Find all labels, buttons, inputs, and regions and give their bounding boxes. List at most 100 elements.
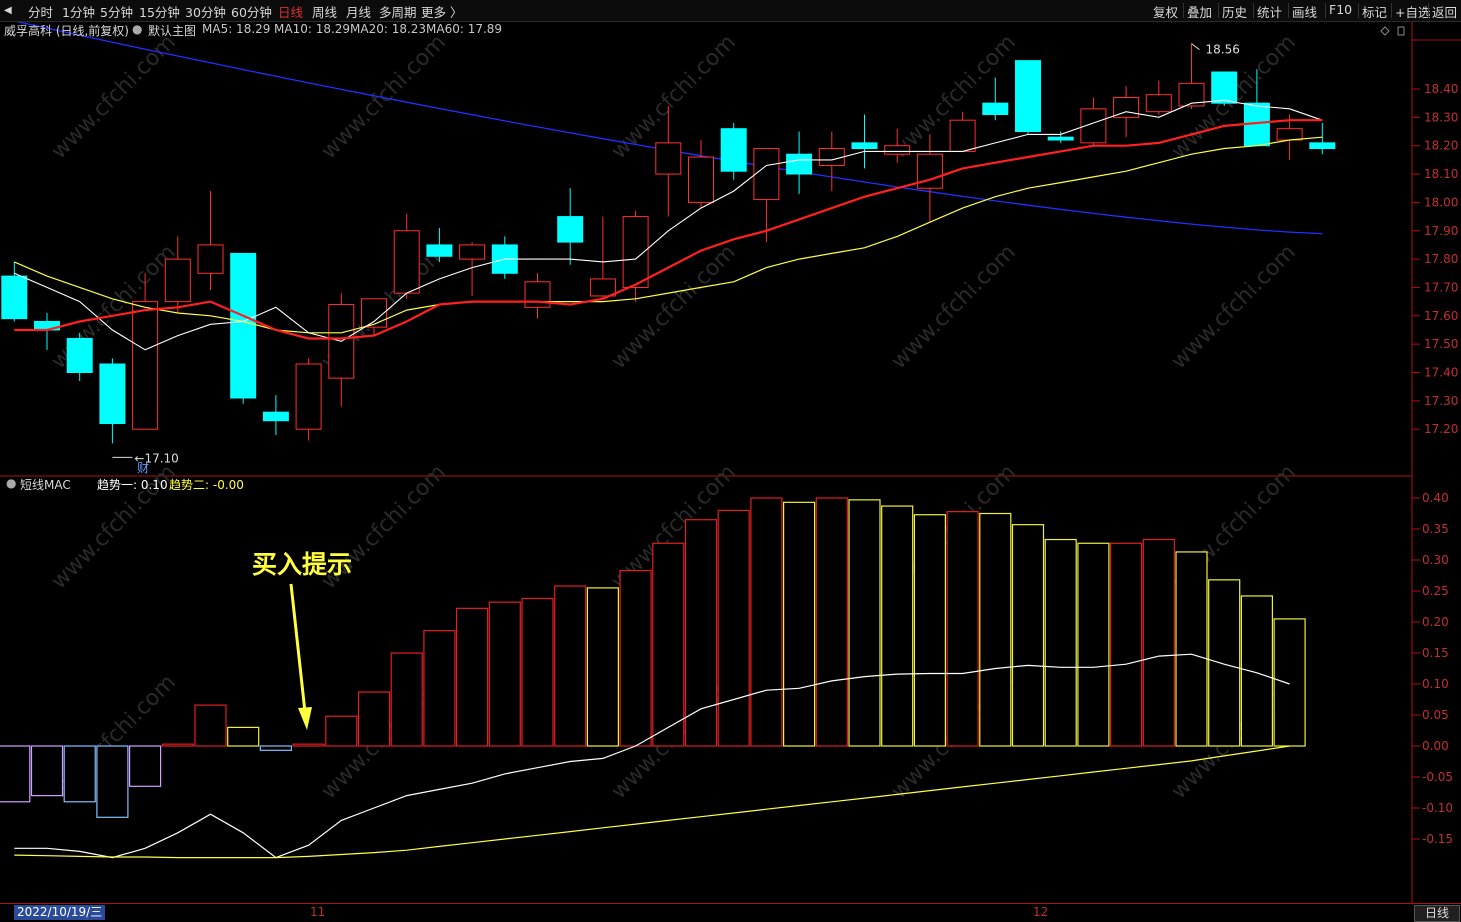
toolbar-action-5[interactable]: F10 [1329, 2, 1352, 17]
candle-36[interactable] [1178, 43, 1205, 109]
main-tick-label: 17.70 [1424, 280, 1458, 294]
candle-18[interactable] [589, 216, 616, 299]
candle-1[interactable] [34, 312, 60, 350]
candle-32[interactable] [1047, 131, 1074, 143]
candle-15[interactable] [491, 236, 518, 279]
candle-0[interactable] [1, 261, 28, 322]
toolbar-tab-9[interactable]: 多周期 [379, 2, 417, 21]
candle-6[interactable] [197, 191, 224, 291]
histogram-bar-37[interactable] [1208, 579, 1241, 747]
sub-toggle-icon[interactable]: ● [6, 476, 16, 490]
candle-9[interactable] [295, 358, 322, 441]
histogram-bar-32[interactable] [1044, 538, 1077, 747]
histogram-bar-35[interactable] [1142, 538, 1175, 747]
histogram-bar-18[interactable] [586, 587, 620, 747]
toolbar-action-4[interactable]: 画线 [1292, 2, 1317, 21]
histogram-bar-9[interactable] [292, 743, 325, 747]
histogram-bar-6[interactable] [194, 704, 227, 747]
histogram-bar-8[interactable] [259, 745, 292, 751]
candle-12[interactable] [393, 213, 420, 299]
histogram-bar-3[interactable] [96, 745, 129, 818]
toolbar-tab-6[interactable]: 日线 [278, 2, 303, 21]
histogram-bar-16[interactable] [521, 597, 554, 747]
histogram-bar-29[interactable] [946, 511, 979, 747]
candle-33[interactable] [1080, 97, 1107, 146]
toolbar-action-0[interactable]: 复权 [1153, 2, 1178, 21]
sub-indicator-name[interactable]: 短线MAC [20, 476, 71, 493]
toolbar-tab-7[interactable]: 周线 [312, 2, 337, 21]
histogram-bar-19[interactable] [619, 569, 652, 747]
histogram-bar-4[interactable] [129, 745, 162, 787]
histogram-bar-26[interactable] [848, 499, 881, 747]
period-tab[interactable]: 日线 [1414, 905, 1460, 922]
toolbar-tab-5[interactable]: 60分钟 [231, 2, 272, 21]
histogram-bar-21[interactable] [684, 519, 718, 747]
candle-8[interactable] [262, 395, 289, 435]
histogram-bar-5[interactable] [161, 743, 194, 747]
candle-26[interactable] [851, 114, 878, 169]
histogram-bar-30[interactable] [979, 512, 1012, 747]
histogram-bar-20[interactable] [652, 542, 685, 747]
histogram-bar-22[interactable] [717, 509, 750, 747]
histogram-bar-12[interactable] [390, 652, 423, 747]
toolbar-action-2[interactable]: 历史 [1222, 2, 1247, 21]
candle-35[interactable] [1145, 80, 1172, 115]
histogram-bar-13[interactable] [423, 630, 456, 747]
histogram-bar-25[interactable] [815, 497, 848, 747]
main-tick-label: 17.80 [1424, 252, 1458, 266]
toolbar-tab-0[interactable]: 分时 [28, 2, 53, 21]
toolbar-action-1[interactable]: 叠加 [1187, 2, 1212, 21]
histogram-bar-27[interactable] [881, 505, 914, 747]
histogram-bar-36[interactable] [1175, 551, 1208, 747]
candle-24[interactable] [786, 131, 813, 194]
collapse-left-icon[interactable]: ◀ [4, 5, 12, 16]
toolbar-tab-4[interactable]: 30分钟 [185, 2, 226, 21]
histogram-bar-39[interactable] [1273, 618, 1306, 747]
candle-22[interactable] [720, 123, 747, 180]
panel-maximize-icon[interactable] [1397, 26, 1405, 36]
candle-21[interactable] [688, 140, 714, 209]
candle-2[interactable] [66, 332, 93, 382]
histogram-bar-24[interactable] [782, 501, 816, 747]
toolbar-tab-8[interactable]: 月线 [346, 2, 371, 21]
candle-14[interactable] [459, 242, 486, 296]
candle-16[interactable] [524, 273, 551, 319]
candle-10[interactable] [328, 293, 355, 407]
toolbar-tab-10[interactable]: 更多 〉 [421, 2, 462, 21]
candle-7[interactable] [230, 252, 257, 404]
indicator-name[interactable]: 默认主图 [148, 22, 196, 39]
toolbar-action-6[interactable]: 标记 [1362, 2, 1387, 21]
candle-40[interactable] [1309, 123, 1336, 155]
histogram-bar-7[interactable] [227, 726, 260, 747]
candle-3[interactable] [99, 358, 126, 444]
histogram-bar-38[interactable] [1240, 595, 1274, 747]
candle-28[interactable] [916, 134, 943, 223]
candle-30[interactable] [982, 77, 1009, 121]
toolbar-action-7[interactable]: +自选 [1395, 2, 1430, 21]
histogram-bar-23[interactable] [750, 497, 783, 747]
histogram-bar-15[interactable] [488, 601, 521, 747]
histogram-bar-14[interactable] [456, 607, 489, 747]
toolbar-action-8[interactable]: 返回 [1432, 2, 1457, 21]
diamond-icon[interactable] [1380, 26, 1390, 36]
candle-31[interactable] [1015, 60, 1041, 135]
histogram-bar-10[interactable] [325, 715, 358, 747]
histogram-bar-28[interactable] [913, 514, 947, 747]
toolbar-tab-2[interactable]: 5分钟 [100, 2, 133, 21]
event-marker[interactable]: 财 [137, 461, 149, 475]
toolbar-action-3[interactable]: 统计 [1257, 2, 1282, 21]
histogram-bar-1[interactable] [30, 745, 64, 797]
histogram-bar-0[interactable] [0, 745, 31, 803]
histogram-bar-11[interactable] [357, 691, 391, 747]
histogram-bar-2[interactable] [63, 745, 96, 803]
indicator-toggle-icon[interactable]: ● [132, 22, 142, 36]
histogram-bar-17[interactable] [554, 585, 587, 747]
toolbar-tab-3[interactable]: 15分钟 [139, 2, 180, 21]
candle-25[interactable] [818, 131, 845, 192]
candle-17[interactable] [557, 188, 584, 265]
histogram-bar-34[interactable] [1109, 542, 1143, 747]
candle-29[interactable] [949, 111, 976, 152]
histogram-bar-33[interactable] [1077, 542, 1110, 747]
histogram-bar-31[interactable] [1011, 524, 1045, 747]
toolbar-tab-1[interactable]: 1分钟 [62, 2, 95, 21]
